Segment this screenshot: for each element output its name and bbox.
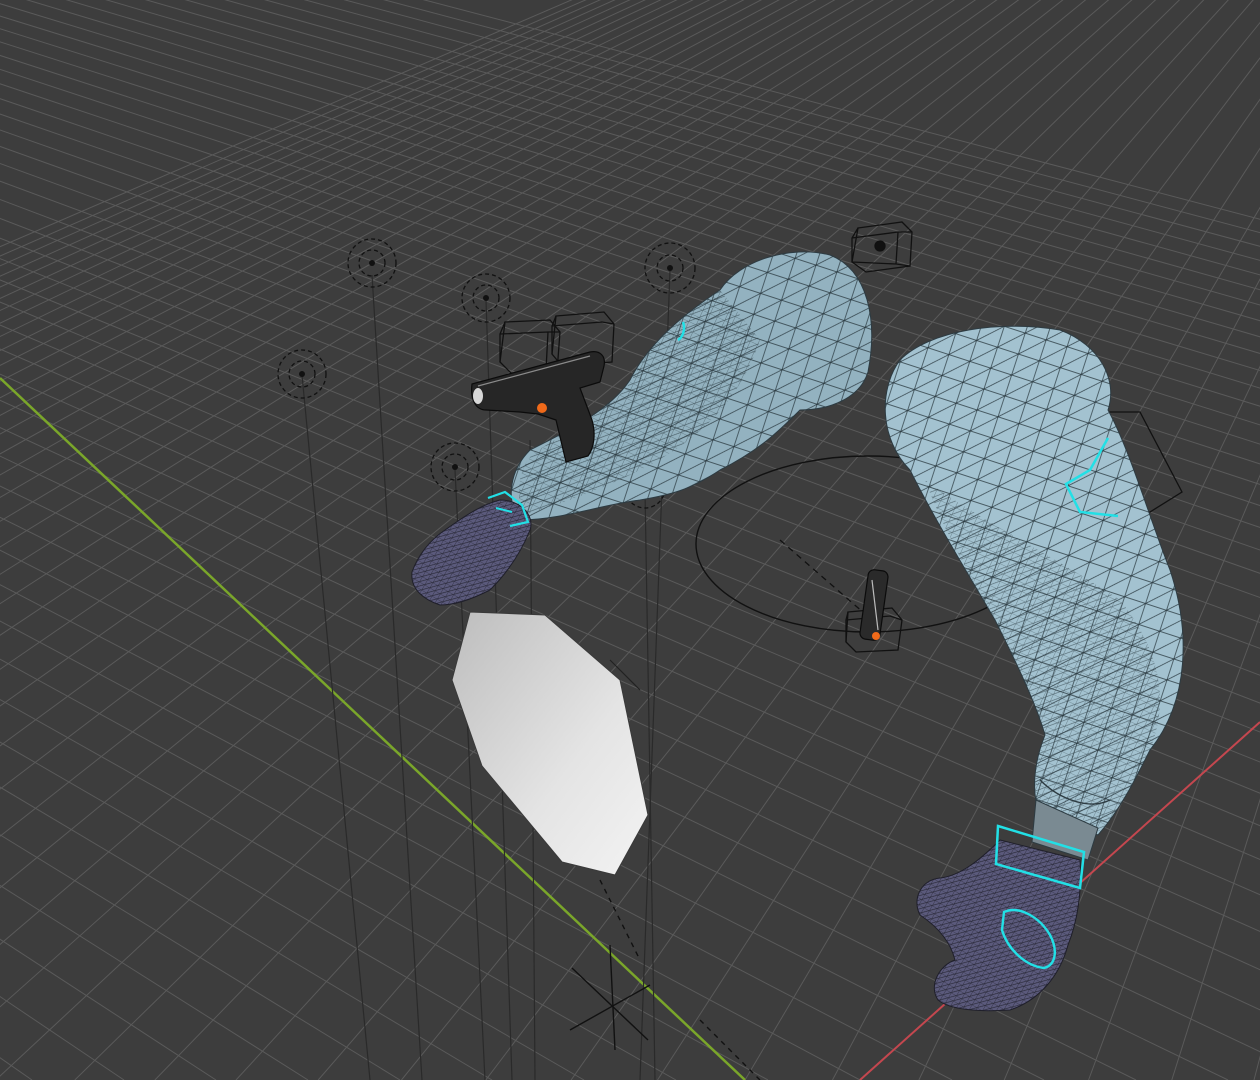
grid-line <box>0 938 217 1080</box>
empty-cube-icon[interactable] <box>851 221 913 273</box>
right-arm-mesh[interactable] <box>884 325 1184 861</box>
grid-line <box>0 995 125 1080</box>
grid-line <box>1253 1055 1260 1080</box>
scene-canvas[interactable] <box>0 0 1260 1080</box>
grid-line <box>0 1057 33 1080</box>
grid-line <box>0 786 493 1080</box>
empty-circle-axis <box>779 539 873 621</box>
grid-line <box>0 620 861 1080</box>
empty-plain-axes-icon[interactable] <box>569 879 761 1080</box>
right-glove-mesh[interactable] <box>916 824 1086 1012</box>
magazine-icon[interactable] <box>859 569 889 641</box>
grid-line <box>0 834 401 1080</box>
empty-sphere-icon[interactable] <box>430 442 480 492</box>
3d-viewport[interactable] <box>0 0 1260 1080</box>
left-glove-mesh[interactable] <box>411 490 532 606</box>
